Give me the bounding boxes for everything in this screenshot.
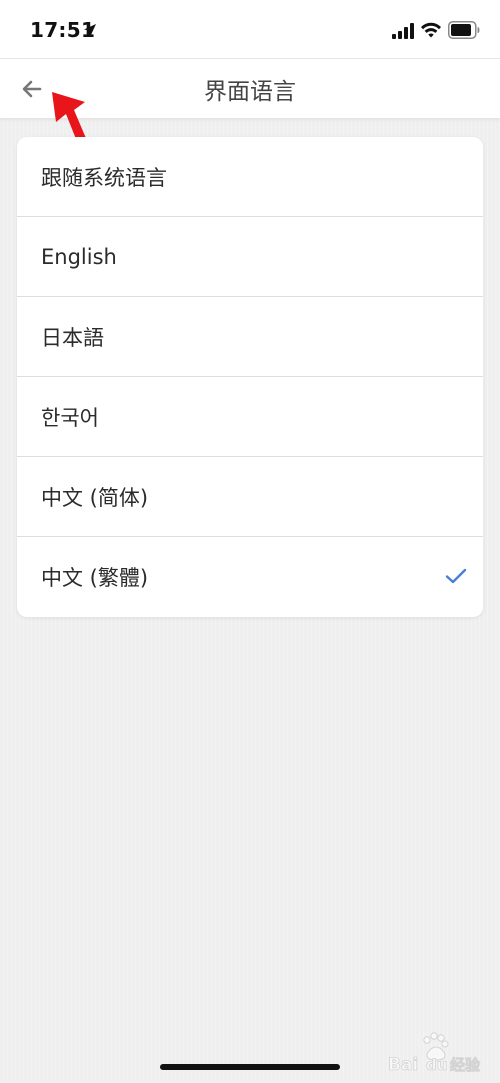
home-indicator[interactable] [160, 1064, 340, 1070]
language-item-chinese-simplified[interactable]: 中文 (简体) [17, 457, 483, 537]
language-label: 日本語 [41, 325, 104, 350]
nav-bar: 界面语言 [0, 58, 500, 118]
language-item-follow-system[interactable]: 跟随系统语言 [17, 137, 483, 217]
language-label: 中文 (简体) [41, 485, 149, 510]
cellular-signal-icon [392, 23, 414, 39]
page-title: 界面语言 [204, 79, 296, 105]
language-label: 中文 (繁體) [41, 566, 149, 590]
language-item-chinese-traditional[interactable]: 中文 (繁體) [17, 537, 483, 617]
svg-text:经验: 经验 [450, 1056, 481, 1074]
language-item-english[interactable]: English [17, 217, 483, 297]
language-label: 跟随系统语言 [41, 165, 167, 190]
svg-text:du: du [426, 1056, 447, 1074]
checkmark-icon [445, 568, 467, 584]
language-list: 跟随系统语言 English 日本語 한국어 中文 (简体) 中文 (繁體) [17, 137, 483, 617]
location-arrow-icon [84, 24, 96, 36]
svg-text:Bai: Bai [388, 1055, 418, 1075]
status-bar: 17:51 [0, 0, 500, 58]
language-item-japanese[interactable]: 日本語 [17, 297, 483, 377]
wifi-icon [421, 22, 441, 38]
battery-icon [448, 21, 480, 39]
language-label: 한국어 [41, 405, 99, 430]
language-label: English [41, 244, 117, 269]
language-item-korean[interactable]: 한국어 [17, 377, 483, 457]
baidu-watermark-logo: Bai du 经验 [388, 1032, 481, 1075]
